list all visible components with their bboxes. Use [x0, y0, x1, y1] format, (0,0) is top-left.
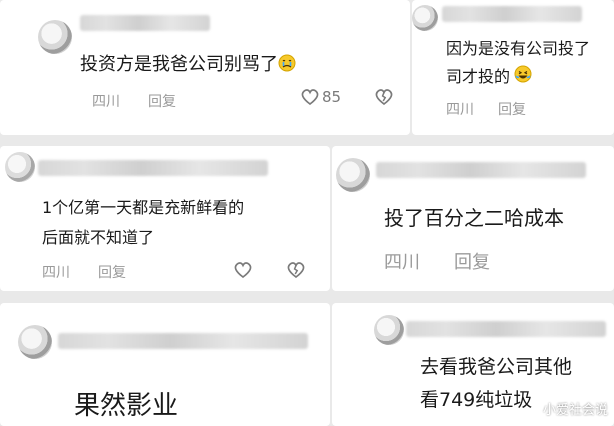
reply-button[interactable]: 回复 — [98, 262, 126, 282]
avatar[interactable] — [336, 158, 370, 192]
username-blurred — [406, 321, 606, 337]
location-label: 四川 — [446, 102, 474, 118]
laughing-face-icon — [514, 64, 532, 92]
avatar[interactable] — [18, 325, 52, 359]
comment-card-4: 投了百分之二哈成本 四川 回复 — [332, 146, 614, 291]
crying-face-icon — [278, 54, 296, 77]
avatar[interactable] — [5, 152, 35, 182]
username-blurred — [442, 6, 582, 22]
like-count: 85 — [322, 88, 342, 106]
username-blurred — [376, 162, 586, 178]
location-label: 四川 — [384, 252, 420, 273]
location-label: 四川 — [92, 94, 120, 110]
comment-line-1: 去看我爸公司其他 — [420, 356, 573, 378]
comment-line-2: 后面就不知道了 — [42, 228, 155, 247]
comment-text: 因为是没有公司投了 司才投的 — [446, 35, 590, 92]
heart-icon[interactable] — [300, 88, 320, 110]
comment-card-2: 因为是没有公司投了 司才投的 四川 回复 — [412, 0, 614, 135]
comment-text: 1个亿第一天都是充新鲜看的 后面就不知道了 — [42, 193, 244, 253]
comment-line-2-text: 司才投的 — [446, 67, 511, 86]
username-blurred — [58, 333, 308, 349]
comment-line-1: 因为是没有公司投了 — [446, 39, 591, 58]
avatar[interactable] — [38, 20, 72, 54]
comment-content: 投资方是我爸公司别骂了 — [80, 54, 278, 75]
dislike-icon[interactable] — [286, 261, 306, 283]
avatar[interactable] — [412, 5, 438, 31]
username-blurred — [38, 160, 268, 176]
username-blurred — [80, 15, 210, 31]
avatar[interactable] — [374, 315, 404, 345]
reply-button[interactable]: 回复 — [148, 91, 176, 111]
comment-text: 果然影业 — [74, 391, 179, 421]
comment-card-5: 果然影业 — [0, 303, 330, 426]
dislike-icon[interactable] — [374, 88, 394, 110]
heart-icon[interactable] — [233, 261, 253, 283]
comment-collage: 投资方是我爸公司别骂了 四川 回复 85 因为是没有公司投了 司才投的 四川 回… — [0, 0, 614, 426]
comment-line-2: 司才投的 — [446, 63, 590, 92]
comment-card-3: 1个亿第一天都是充新鲜看的 后面就不知道了 四川 回复 — [0, 146, 330, 291]
reply-button[interactable]: 回复 — [498, 99, 526, 119]
comment-card-1: 投资方是我爸公司别骂了 四川 回复 85 — [0, 0, 410, 135]
comment-line-1: 1个亿第一天都是充新鲜看的 — [42, 198, 245, 217]
comment-text: 投了百分之二哈成本 — [384, 206, 564, 230]
location-label: 四川 — [42, 265, 70, 281]
comment-text: 投资方是我爸公司别骂了 — [80, 50, 296, 77]
reply-button[interactable]: 回复 — [454, 248, 490, 274]
watermark: 小爱社会说 — [542, 403, 608, 418]
